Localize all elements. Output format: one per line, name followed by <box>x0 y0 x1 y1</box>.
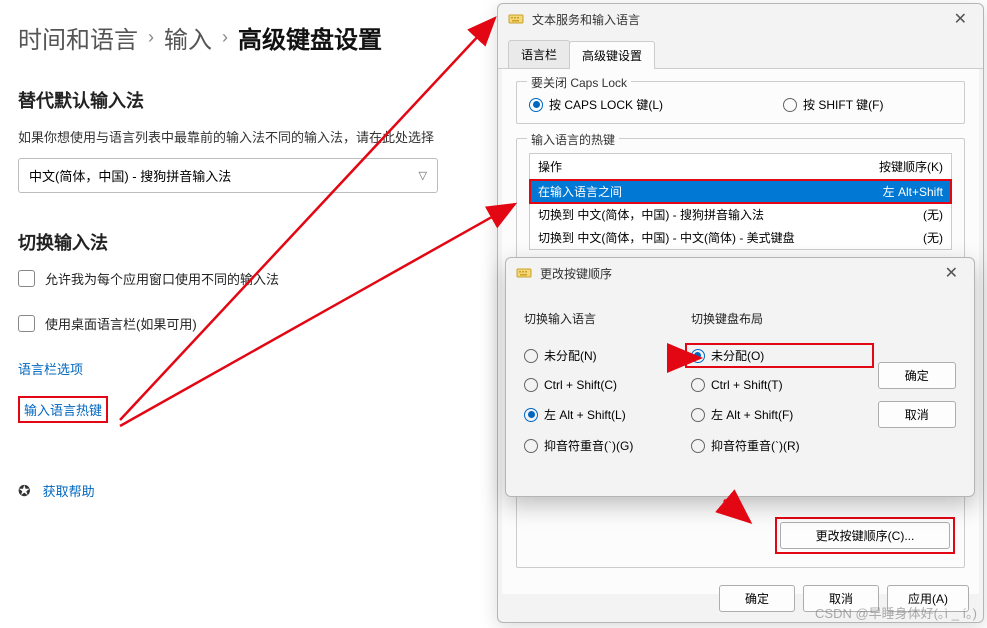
checkbox-label: 使用桌面语言栏(如果可用) <box>45 314 197 333</box>
radio-label: 未分配(N) <box>544 347 597 364</box>
group-capslock: 要关闭 Caps Lock 按 CAPS LOCK 键(L) 按 SHIFT 键… <box>516 81 965 124</box>
list-item[interactable]: 切换到 中文(简体，中国) - 中文(简体) - 美式键盘 (无) <box>530 226 951 249</box>
radio-icon <box>524 408 538 422</box>
group-title: 输入语言的热键 <box>527 131 619 148</box>
checkbox-desktop-langbar[interactable]: 使用桌面语言栏(如果可用) <box>18 314 472 333</box>
radio-icon <box>691 439 705 453</box>
radio-icon <box>783 98 797 112</box>
dialog-title: 更改按键顺序 <box>540 265 939 282</box>
page-title: 高级键盘设置 <box>238 20 382 55</box>
row-keys: 左 Alt+Shift <box>883 183 943 200</box>
help-icon: ✪ <box>18 482 31 500</box>
radio-icon <box>691 408 705 422</box>
keyboard-icon <box>508 11 524 27</box>
radio-label: 按 SHIFT 键(F) <box>803 96 883 113</box>
button-column: 确定 取消 <box>878 362 956 454</box>
checkbox-label: 允许我为每个应用窗口使用不同的输入法 <box>45 269 279 288</box>
col-action: 操作 <box>538 158 562 175</box>
link-langbar-options[interactable]: 语言栏选项 <box>18 359 472 378</box>
chevron-right-icon: › <box>148 27 154 48</box>
radio-label: 左 Alt + Shift(F) <box>711 406 793 423</box>
chevron-down-icon: ▽ <box>419 169 427 182</box>
radio-lang-grave[interactable]: 抑音符重音(`)(G) <box>524 437 681 454</box>
help-link[interactable]: ✪ 获取帮助 <box>18 481 472 500</box>
chevron-right-icon: › <box>222 27 228 48</box>
close-icon[interactable]: ✕ <box>939 263 964 283</box>
radio-shift[interactable]: 按 SHIFT 键(F) <box>783 96 883 113</box>
radio-label: 未分配(O) <box>711 347 764 364</box>
radio-label: Ctrl + Shift(T) <box>711 378 783 392</box>
default-ime-hint: 如果你想使用与语言列表中最靠前的输入法不同的输入法，请在此处选择 <box>18 127 472 146</box>
radio-lang-none[interactable]: 未分配(N) <box>524 347 681 364</box>
radio-icon <box>524 349 538 363</box>
group-title: 切换输入语言 <box>524 310 681 327</box>
radio-icon <box>691 349 705 363</box>
row-action: 切换到 中文(简体，中国) - 中文(简体) - 美式键盘 <box>538 229 795 246</box>
row-action: 在输入语言之间 <box>538 183 622 200</box>
group-title: 切换键盘布局 <box>691 310 868 327</box>
settings-page: 时间和语言 › 输入 › 高级键盘设置 替代默认输入法 如果你想使用与语言列表中… <box>0 0 490 520</box>
group-title: 要关闭 Caps Lock <box>527 74 631 91</box>
cancel-button[interactable]: 取消 <box>878 401 956 428</box>
change-key-sequence-button[interactable]: 更改按键顺序(C)... <box>780 522 950 549</box>
radio-label: Ctrl + Shift(C) <box>544 378 617 392</box>
dialog-title: 文本服务和输入语言 <box>532 11 948 28</box>
radio-lang-altshift[interactable]: 左 Alt + Shift(L) <box>524 406 681 423</box>
radio-layout-ctrlshift[interactable]: Ctrl + Shift(T) <box>691 378 868 392</box>
radio-label: 抑音符重音(`)(R) <box>711 437 800 454</box>
radio-label: 按 CAPS LOCK 键(L) <box>549 96 663 113</box>
radio-layout-altshift[interactable]: 左 Alt + Shift(F) <box>691 406 868 423</box>
change-key-sequence-dialog: 更改按键顺序 ✕ 切换输入语言 未分配(N) Ctrl + Shift(C) 左… <box>505 257 975 497</box>
help-label: 获取帮助 <box>43 481 95 500</box>
checkbox-icon <box>18 315 35 332</box>
radio-icon <box>691 378 705 392</box>
list-header: 操作 按键顺序(K) <box>530 154 951 180</box>
close-icon[interactable]: ✕ <box>948 9 973 29</box>
watermark: CSDN @早睡身体好(｡ì _ í｡) <box>815 603 977 622</box>
radio-layout-none[interactable]: 未分配(O) <box>685 343 874 368</box>
row-keys: (无) <box>923 206 943 223</box>
radio-label: 抑音符重音(`)(G) <box>544 437 633 454</box>
radio-label: 左 Alt + Shift(L) <box>544 406 626 423</box>
switch-language-group: 切换输入语言 未分配(N) Ctrl + Shift(C) 左 Alt + Sh… <box>524 310 681 454</box>
hotkey-list: 操作 按键顺序(K) 在输入语言之间 左 Alt+Shift 切换到 中文(简体… <box>529 153 952 250</box>
keyboard-icon <box>516 265 532 281</box>
list-item[interactable]: 切换到 中文(简体，中国) - 搜狗拼音输入法 (无) <box>530 203 951 226</box>
radio-capslock[interactable]: 按 CAPS LOCK 键(L) <box>529 96 663 113</box>
ok-button[interactable]: 确定 <box>719 585 795 612</box>
tab-langbar[interactable]: 语言栏 <box>508 40 570 68</box>
breadcrumb-time-language[interactable]: 时间和语言 <box>18 20 138 55</box>
default-ime-title: 替代默认输入法 <box>18 87 472 113</box>
breadcrumb-input[interactable]: 输入 <box>164 20 212 55</box>
breadcrumb: 时间和语言 › 输入 › 高级键盘设置 <box>18 20 472 55</box>
radio-icon <box>529 98 543 112</box>
radio-layout-grave[interactable]: 抑音符重音(`)(R) <box>691 437 868 454</box>
tabs: 语言栏 高级键设置 <box>498 34 983 69</box>
radio-icon <box>524 378 538 392</box>
checkbox-icon <box>18 270 35 287</box>
switch-ime-title: 切换输入法 <box>18 229 472 255</box>
list-item[interactable]: 在输入语言之间 左 Alt+Shift <box>530 180 951 203</box>
titlebar[interactable]: 更改按键顺序 ✕ <box>506 258 974 288</box>
tab-advanced[interactable]: 高级键设置 <box>569 41 655 69</box>
dropdown-value: 中文(简体，中国) - 搜狗拼音输入法 <box>29 166 231 185</box>
titlebar[interactable]: 文本服务和输入语言 ✕ <box>498 4 983 34</box>
default-ime-dropdown[interactable]: 中文(简体，中国) - 搜狗拼音输入法 ▽ <box>18 158 438 193</box>
switch-layout-group: 切换键盘布局 未分配(O) Ctrl + Shift(T) 左 Alt + Sh… <box>691 310 868 454</box>
ok-button[interactable]: 确定 <box>878 362 956 389</box>
checkbox-per-window[interactable]: 允许我为每个应用窗口使用不同的输入法 <box>18 269 472 288</box>
radio-icon <box>524 439 538 453</box>
row-action: 切换到 中文(简体，中国) - 搜狗拼音输入法 <box>538 206 764 223</box>
dialog-body: 切换输入语言 未分配(N) Ctrl + Shift(C) 左 Alt + Sh… <box>506 288 974 464</box>
col-keys: 按键顺序(K) <box>879 158 943 175</box>
link-input-hotkey[interactable]: 输入语言热键 <box>24 400 102 419</box>
radio-lang-ctrlshift[interactable]: Ctrl + Shift(C) <box>524 378 681 392</box>
row-keys: (无) <box>923 229 943 246</box>
